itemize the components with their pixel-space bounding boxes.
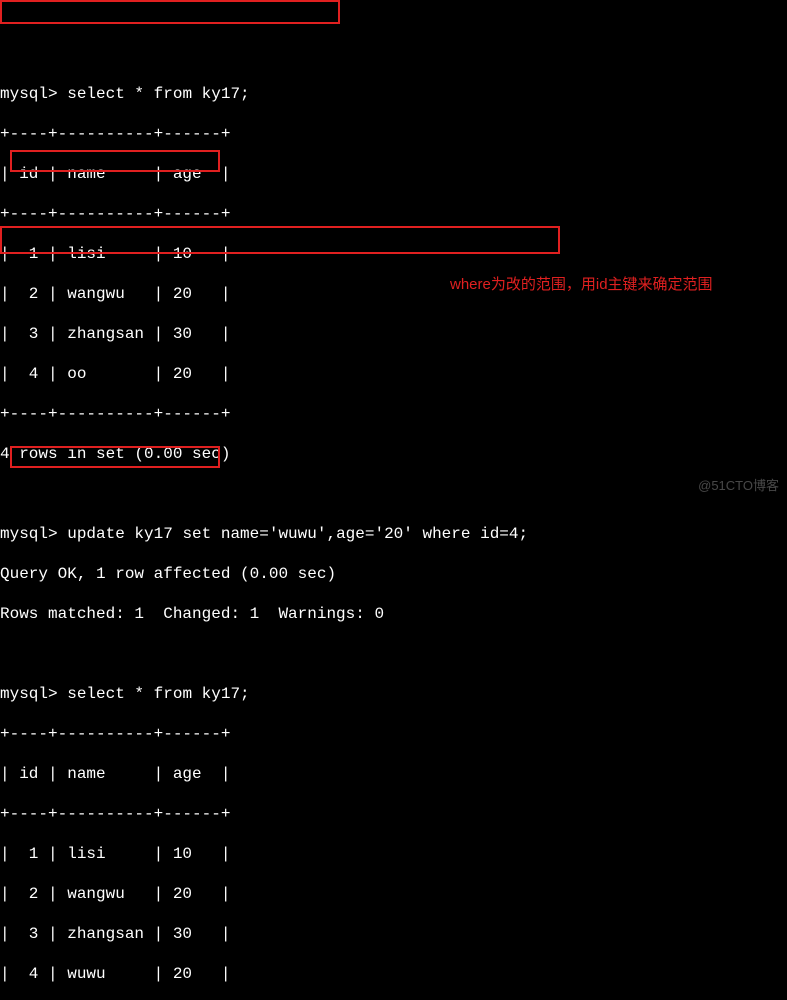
- table2-border-top: +----+----------+------+: [0, 724, 787, 744]
- watermark: @51CTO博客: [698, 478, 779, 494]
- table1-border-bot: +----+----------+------+: [0, 404, 787, 424]
- highlight-box-select-1: [0, 0, 340, 24]
- query-ok: Query OK, 1 row affected (0.00 sec): [0, 564, 787, 584]
- table1-row-4: | 4 | oo | 20 |: [0, 364, 787, 384]
- sql-update: update ky17 set name='wuwu',age='20' whe…: [67, 525, 528, 543]
- blank-2: [0, 644, 787, 664]
- prompt-line-3: mysql> select * from ky17;: [0, 684, 787, 704]
- table1-row-3: | 3 | zhangsan | 30 |: [0, 324, 787, 344]
- sql-select-1: select * from ky17;: [67, 85, 249, 103]
- mysql-prompt: mysql>: [0, 525, 58, 543]
- rows-matched: Rows matched: 1 Changed: 1 Warnings: 0: [0, 604, 787, 624]
- mysql-prompt: mysql>: [0, 685, 58, 703]
- table1-border-mid: +----+----------+------+: [0, 204, 787, 224]
- annotation-where: where为改的范围，用id主键来确定范围: [450, 276, 713, 295]
- table2-row-3: | 3 | zhangsan | 30 |: [0, 924, 787, 944]
- rows-in-set-1: 4 rows in set (0.00 sec): [0, 444, 787, 464]
- prompt-line-1: mysql> select * from ky17;: [0, 84, 787, 104]
- table2-header: | id | name | age |: [0, 764, 787, 784]
- table1-row-1: | 1 | lisi | 10 |: [0, 244, 787, 264]
- table2-border-mid: +----+----------+------+: [0, 804, 787, 824]
- table2-row-1: | 1 | lisi | 10 |: [0, 844, 787, 864]
- blank-1: [0, 484, 787, 504]
- table1-header: | id | name | age |: [0, 164, 787, 184]
- prompt-line-2: mysql> update ky17 set name='wuwu',age='…: [0, 524, 787, 544]
- table1-border-top: +----+----------+------+: [0, 124, 787, 144]
- table2-row-4: | 4 | wuwu | 20 |: [0, 964, 787, 984]
- table2-row-2: | 2 | wangwu | 20 |: [0, 884, 787, 904]
- mysql-prompt: mysql>: [0, 85, 58, 103]
- sql-select-2: select * from ky17;: [67, 685, 249, 703]
